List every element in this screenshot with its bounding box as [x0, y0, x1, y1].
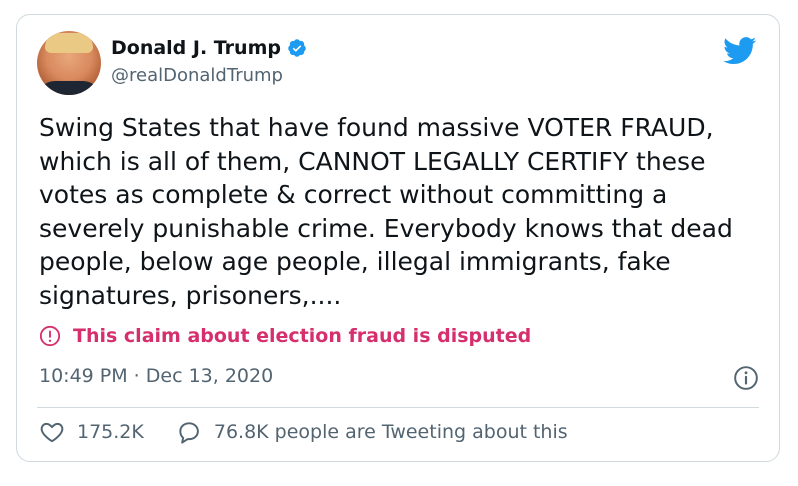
twitter-bird-icon[interactable] — [723, 37, 757, 65]
tweet-timestamp[interactable]: 10:49 PM · Dec 13, 2020 — [39, 365, 273, 387]
heart-icon — [40, 422, 64, 443]
verified-badge-icon — [288, 39, 306, 57]
conversation-button[interactable]: 76.8K people are Tweeting about this — [176, 419, 568, 445]
author-handle[interactable]: @realDonaldTrump — [111, 65, 283, 86]
info-icon[interactable] — [733, 365, 759, 391]
disputed-claim-notice[interactable]: This claim about election fraud is dispu… — [39, 325, 531, 347]
like-count: 175.2K — [77, 421, 144, 443]
conversation-count: 76.8K people are Tweeting about this — [213, 421, 568, 443]
avatar-suit — [37, 81, 101, 95]
tweet-text: Swing States that have found massive VOT… — [39, 113, 733, 310]
tweet-card[interactable]: Donald J. Trump @realDonaldTrump Swing S… — [16, 14, 780, 462]
speech-bubble-icon — [179, 422, 199, 444]
avatar-hair — [45, 33, 93, 53]
avatar[interactable] — [37, 31, 101, 95]
exclamation-circle-icon — [39, 325, 61, 347]
like-button[interactable]: 175.2K — [39, 419, 144, 445]
author-display-name[interactable]: Donald J. Trump — [111, 37, 281, 59]
disputed-claim-text[interactable]: This claim about election fraud is dispu… — [73, 325, 531, 347]
author-name-row: Donald J. Trump — [111, 37, 307, 59]
engagement-bar: 175.2K 76.8K people are Tweeting about t… — [39, 419, 568, 445]
divider — [37, 407, 759, 408]
